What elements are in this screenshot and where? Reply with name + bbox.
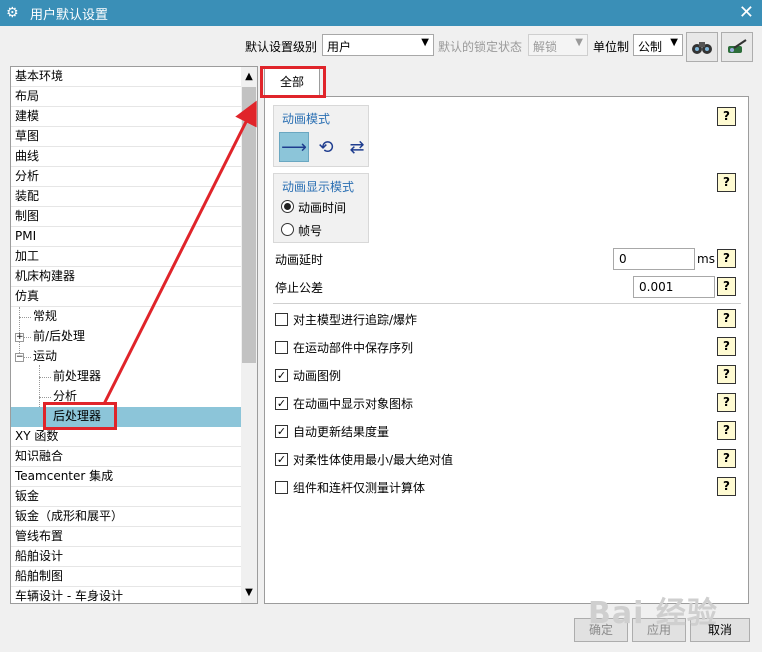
arrow-line bbox=[102, 100, 257, 405]
annotation-arrow bbox=[102, 100, 257, 405]
